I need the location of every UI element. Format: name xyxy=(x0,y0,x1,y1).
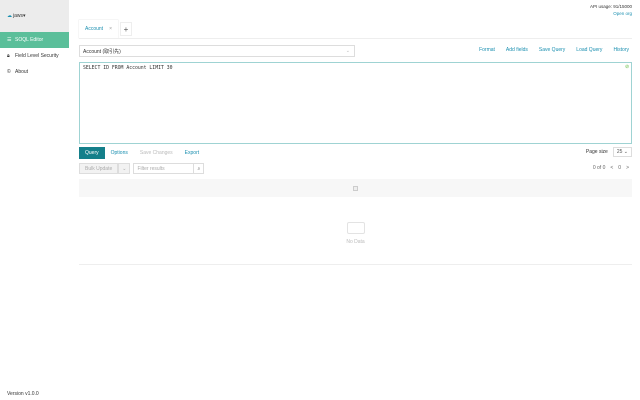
load-query-button[interactable]: Load Query xyxy=(576,47,602,53)
prev-page-button[interactable]: < xyxy=(610,165,613,171)
page-size-label: Page size xyxy=(585,149,608,155)
tab-label: Account xyxy=(85,25,104,32)
api-usage: API usage: 91/15000 xyxy=(589,4,632,9)
inbox-icon xyxy=(346,222,365,234)
filter-input[interactable]: Filter results ⌕ xyxy=(133,163,205,174)
history-button[interactable]: History xyxy=(613,47,629,53)
page-size: Page size 25 ⌄ xyxy=(586,147,632,157)
sidebar-item-soql-editor[interactable]: ☰ SOQL Editor xyxy=(0,32,69,48)
tab-account[interactable]: Account × xyxy=(79,20,118,38)
filter-placeholder: Filter results xyxy=(137,165,165,172)
cloud-icon: ☁ xyxy=(7,13,12,19)
copyright-icon: © xyxy=(7,69,11,75)
api-info: API usage: 91/15000 Open org xyxy=(590,3,632,17)
database-icon: ☰ xyxy=(7,37,12,43)
divider xyxy=(79,38,632,39)
object-select-value: Account (取引先) xyxy=(83,48,121,55)
pager-range: 0 of 0 xyxy=(592,165,606,171)
chevron-down-icon: ⌄ xyxy=(345,48,350,54)
sidebar-item-field-level-security[interactable]: 🔒︎ Field Level Security xyxy=(0,48,69,64)
grid-header xyxy=(79,179,632,197)
username: jaws xyxy=(13,13,24,19)
search-icon[interactable]: ⌕ xyxy=(193,164,203,173)
empty-state: No Data xyxy=(79,197,632,265)
page-number: 0 xyxy=(618,165,622,171)
user-menu[interactable]: ☁ jaws ▾ xyxy=(0,0,69,32)
open-org-link[interactable]: Open org xyxy=(590,10,632,17)
query-text: SELECT ID FROM Account LIMIT 30 xyxy=(83,66,173,71)
check-circle-icon: ⊘ xyxy=(624,65,629,70)
next-page-button[interactable]: > xyxy=(626,165,629,171)
editor-actions: Format Add fields Save Query Load Query … xyxy=(479,47,629,53)
sidebar-item-label: SOQL Editor xyxy=(15,37,44,43)
save-changes-button[interactable]: Save Changes xyxy=(134,147,179,159)
bulk-update-button[interactable]: Bulk Update xyxy=(79,163,119,174)
close-icon[interactable]: × xyxy=(109,26,112,32)
select-all-checkbox[interactable] xyxy=(353,185,358,191)
pager: 0 of 0 < 0 > xyxy=(593,165,629,171)
export-button[interactable]: Export xyxy=(179,147,205,159)
no-data-text: No Data xyxy=(346,239,365,245)
results-toolbar: Bulk Update ⌄ Filter results ⌕ xyxy=(79,163,205,174)
lock-icon: 🔒︎ xyxy=(7,53,10,59)
object-select[interactable]: Account (取引先) ⌄ xyxy=(79,45,355,57)
main: API usage: 91/15000 Open org Account × + … xyxy=(69,0,640,400)
query-tabs: Query Options Save Changes Export xyxy=(79,147,205,159)
version-label: Version v1.0.0 xyxy=(7,391,39,397)
save-query-button[interactable]: Save Query xyxy=(539,47,565,53)
sidebar-item-label: Field Level Security xyxy=(15,53,59,59)
chevron-down-icon[interactable]: ⌄ xyxy=(118,163,131,174)
add-tab-button[interactable]: + xyxy=(120,22,132,36)
sidebar-item-label: About xyxy=(15,69,29,75)
sidebar-item-about[interactable]: © About xyxy=(0,64,69,80)
format-button[interactable]: Format xyxy=(479,47,495,53)
query-button[interactable]: Query xyxy=(79,147,105,159)
soql-editor[interactable]: SELECT ID FROM Account LIMIT 30 ⊘ xyxy=(79,62,632,144)
sidebar: ☁ jaws ▾ ☰ SOQL Editor 🔒︎ Field Level Secur… xyxy=(0,0,69,400)
page-size-select[interactable]: 25 ⌄ xyxy=(612,147,632,157)
page-size-value: 25 xyxy=(616,149,623,155)
add-fields-button[interactable]: Add fields xyxy=(506,47,528,53)
tab-bar: Account × + xyxy=(79,20,132,38)
options-button[interactable]: Options xyxy=(105,147,134,159)
caret-down-icon: ▾ xyxy=(23,13,26,19)
